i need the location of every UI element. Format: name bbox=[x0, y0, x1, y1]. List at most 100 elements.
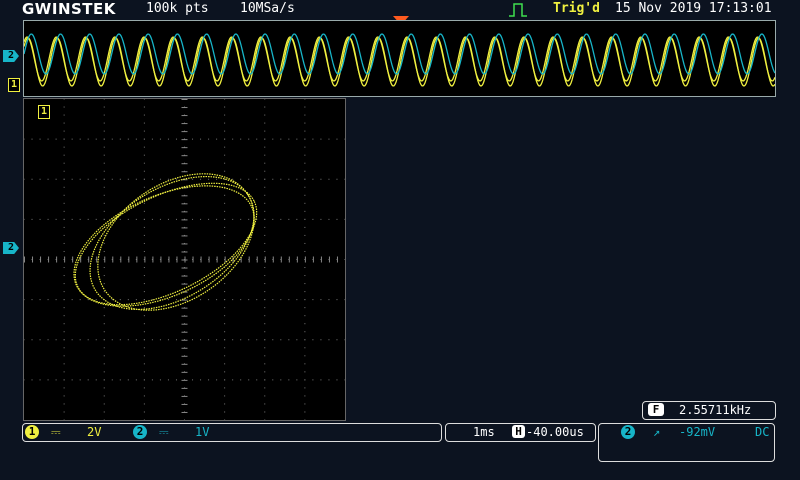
grid-dot bbox=[184, 419, 185, 421]
grid-dot bbox=[143, 299, 145, 301]
trigger-settings-box[interactable]: 2 ↗ -92mV DC bbox=[598, 423, 775, 462]
xy-plot bbox=[23, 98, 346, 421]
grid-dot bbox=[264, 275, 266, 277]
grid-dot bbox=[103, 194, 105, 196]
grid-tick bbox=[181, 395, 188, 397]
grid-dot bbox=[224, 194, 226, 196]
grid-dot bbox=[304, 387, 306, 389]
grid-dot bbox=[103, 291, 105, 293]
ch2-xy-marker[interactable]: 2 bbox=[3, 242, 19, 254]
grid-tick bbox=[181, 171, 188, 173]
grid-dot bbox=[159, 178, 161, 180]
grid-dot bbox=[304, 331, 306, 333]
grid-dot bbox=[224, 339, 226, 341]
grid-dot bbox=[87, 299, 89, 301]
grid-dot bbox=[248, 379, 250, 381]
frequency-value: 2.55711kHz bbox=[679, 403, 752, 417]
grid-dot bbox=[55, 178, 57, 180]
grid-dot bbox=[95, 138, 97, 140]
grid-tick bbox=[181, 147, 188, 149]
grid-tick bbox=[296, 256, 298, 263]
grid-dot bbox=[39, 299, 41, 301]
grid-dot bbox=[288, 299, 290, 301]
grid-dot bbox=[63, 122, 65, 124]
grid-tick bbox=[181, 99, 188, 100]
grid-dot bbox=[216, 138, 218, 140]
grid-dot bbox=[119, 178, 121, 180]
grid-tick bbox=[181, 235, 188, 237]
grid-dot bbox=[63, 162, 65, 164]
grid-dot bbox=[264, 162, 266, 164]
grid-dot bbox=[159, 379, 161, 381]
grid-dot bbox=[127, 138, 129, 140]
grid-dot bbox=[103, 371, 105, 373]
grid-dot bbox=[63, 250, 65, 252]
ch1-badge: 1 bbox=[25, 425, 39, 439]
grid-dot bbox=[224, 146, 226, 148]
timebase-bar[interactable]: 1ms H -40.00us bbox=[445, 423, 596, 442]
grid-dot bbox=[224, 242, 226, 244]
grid-tick bbox=[181, 307, 188, 309]
grid-tick bbox=[160, 256, 162, 263]
grid-dot bbox=[320, 299, 322, 301]
grid-dot bbox=[63, 234, 65, 236]
xy-display[interactable] bbox=[23, 98, 346, 421]
ch1-level-marker[interactable]: 1 bbox=[8, 78, 20, 92]
grid-dot bbox=[288, 339, 290, 341]
grid-dot bbox=[143, 210, 145, 212]
grid-dot bbox=[248, 339, 250, 341]
grid-dot bbox=[175, 178, 177, 180]
grid-dot bbox=[23, 218, 25, 220]
ch1-xy-marker[interactable]: 1 bbox=[38, 105, 50, 119]
grid-dot bbox=[224, 98, 226, 100]
grid-dot bbox=[304, 138, 306, 140]
grid-dot bbox=[167, 138, 169, 140]
grid-dot bbox=[63, 379, 65, 381]
grid-dot bbox=[103, 122, 105, 124]
grid-dot bbox=[103, 138, 105, 140]
grid-tick bbox=[264, 256, 266, 263]
channel-settings-bar[interactable]: 1 ⎓ 2V 2 ⎓ 1V bbox=[22, 423, 442, 442]
grid-dot bbox=[312, 299, 314, 301]
grid-dot bbox=[143, 323, 145, 325]
grid-dot bbox=[143, 146, 145, 148]
grid-dot bbox=[55, 379, 57, 381]
grid-dot bbox=[143, 395, 145, 397]
grid-dot bbox=[143, 419, 145, 421]
grid-dot bbox=[159, 339, 161, 341]
grid-dot bbox=[264, 226, 266, 228]
ch1-coupling-icon: ⎓ bbox=[51, 425, 61, 439]
waveform-overview[interactable] bbox=[23, 20, 776, 97]
grid-dot bbox=[111, 178, 113, 180]
grid-dot bbox=[264, 371, 266, 373]
grid-dot bbox=[192, 339, 194, 341]
grid-dot bbox=[63, 186, 65, 188]
grid-tick bbox=[304, 256, 306, 263]
grid-dot bbox=[63, 355, 65, 357]
grid-dot bbox=[280, 299, 282, 301]
grid-dot bbox=[264, 315, 266, 317]
grid-tick bbox=[280, 256, 282, 263]
grid-dot bbox=[111, 379, 113, 381]
grid-dot bbox=[328, 178, 330, 180]
grid-dot bbox=[23, 138, 25, 140]
grid-tick bbox=[200, 256, 202, 263]
grid-tick bbox=[192, 256, 194, 263]
grid-tick bbox=[181, 123, 188, 125]
grid-dot bbox=[143, 371, 145, 373]
grid-dot bbox=[224, 315, 226, 317]
grid-dot bbox=[119, 379, 121, 381]
grid-dot bbox=[47, 138, 49, 140]
grid-dot bbox=[304, 186, 306, 188]
grid-dot bbox=[159, 138, 161, 140]
grid-dot bbox=[63, 395, 65, 397]
grid-dot bbox=[175, 218, 177, 220]
grid-dot bbox=[208, 218, 210, 220]
grid-tick bbox=[181, 115, 188, 117]
ch2-level-marker[interactable]: 2 bbox=[3, 50, 19, 62]
grid-dot bbox=[79, 339, 81, 341]
grid-dot bbox=[224, 403, 226, 405]
grid-dot bbox=[304, 307, 306, 309]
frequency-readout[interactable]: F 2.55711kHz bbox=[642, 401, 776, 420]
grid-dot bbox=[103, 339, 105, 341]
